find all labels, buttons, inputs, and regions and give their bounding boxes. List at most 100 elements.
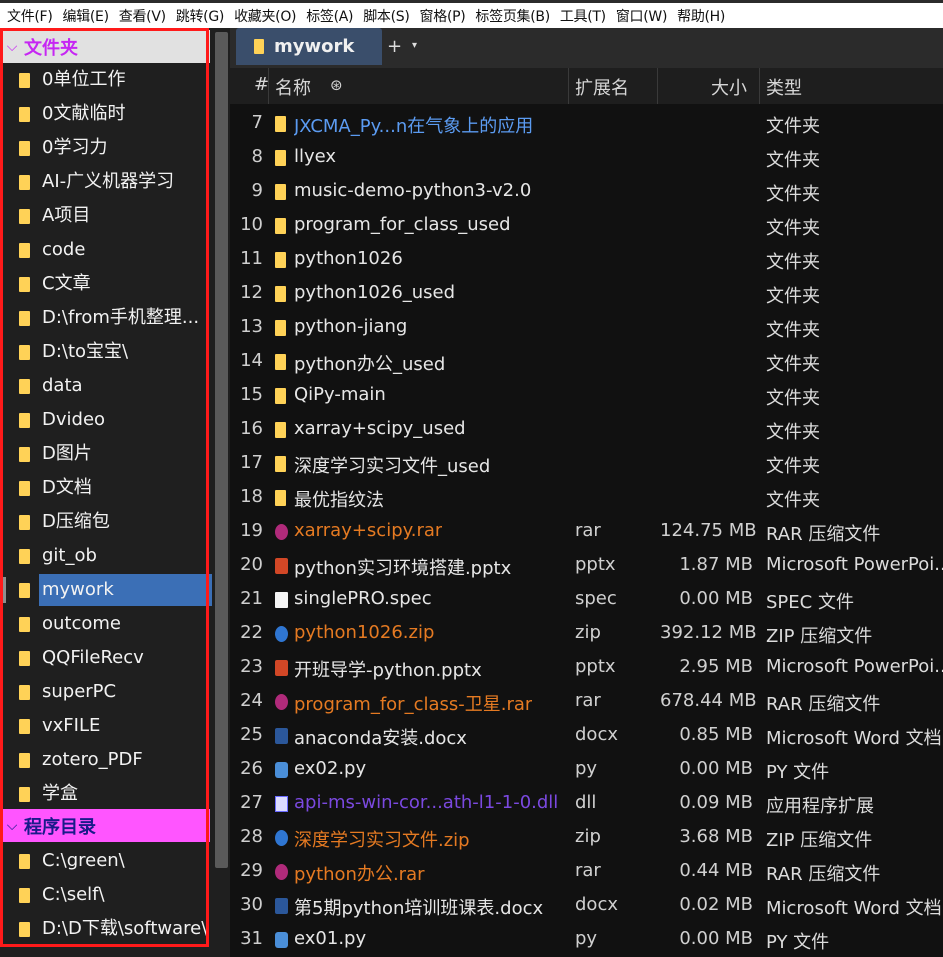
col-type[interactable]: 类型 [766,74,802,100]
menu-item[interactable]: 工具(T) [555,6,611,26]
sidebar-folder-item[interactable]: A项目 [2,199,212,233]
sidebar-folder-item[interactable]: 学盒 [2,777,212,811]
row-number: 17 [240,452,263,473]
sidebar-folder-label: outcome [42,613,121,634]
sidebar-program-item[interactable]: D:\D下载\software\ [2,912,212,946]
file-size: 0.00 MB [679,928,753,949]
row-number: 11 [240,248,263,269]
col-name[interactable]: 名称 [275,74,311,100]
table-row[interactable]: 18 最优指纹法 文件夹 [230,480,943,514]
menu-item[interactable]: 帮助(H) [672,6,730,26]
sidebar-folder-item[interactable]: 0单位工作 [2,63,212,97]
table-row[interactable]: 30 第5期python培训班课表.docx docx 0.02 MB Microsof… [230,888,943,922]
section-folders-header[interactable]: ⌵ 文件夹 [2,30,210,63]
sort-options-icon[interactable]: ⊛ [330,76,343,94]
sidebar-folder-item[interactable]: outcome [2,607,212,641]
file-extension: docx [575,724,618,745]
file-name: python-jiang [294,316,408,337]
table-row[interactable]: 26 ex02.py py 0.00 MB PY 文件 [230,752,943,786]
file-name: anaconda安装.docx [294,728,467,749]
sidebar-program-item[interactable]: C:\green\ [2,844,212,878]
sidebar-scrollbar[interactable] [215,32,228,868]
table-row[interactable]: 15 QiPy-main 文件夹 [230,378,943,412]
sidebar-folder-item[interactable]: AI-广义机器学习 [2,165,212,199]
menu-item[interactable]: 标签(A) [301,6,358,26]
file-size: 0.09 MB [679,792,753,813]
menu-item[interactable]: 查看(V) [114,6,171,26]
sidebar-folder-item[interactable]: D:\from手机整理... [2,301,212,335]
table-row[interactable]: 28 深度学习实习文件.zip zip 3.68 MB ZIP 压缩文件 [230,820,943,854]
tab-menu-button[interactable]: ▾ [412,40,417,51]
sidebar-folder-item[interactable]: vxFILE [2,709,212,743]
file-extension: py [575,928,598,949]
python-file-icon [275,762,288,778]
tab-mywork[interactable]: mywork [236,28,382,65]
file-type: ZIP 压缩文件 [766,626,873,647]
table-row[interactable]: 14 python办公_used 文件夹 [230,344,943,378]
sidebar-folder-item[interactable]: mywork [2,573,212,607]
sidebar-folder-item[interactable]: D文档 [2,471,212,505]
menu-item[interactable]: 标签页集(B) [470,6,554,26]
menu-item[interactable]: 窗口(W) [611,6,672,26]
row-number: 19 [240,520,263,541]
sidebar-folder-item[interactable]: QQFileRecv [2,641,212,675]
menu-item[interactable]: 收藏夹(O) [229,6,301,26]
table-row[interactable]: 22 python1026.zip zip 392.12 MB ZIP 压缩文件 [230,616,943,650]
file-size: 1.87 MB [679,554,753,575]
menu-item[interactable]: 窗格(P) [415,6,471,26]
menu-item[interactable]: 编辑(E) [57,6,113,26]
table-row[interactable]: 12 python1026_used 文件夹 [230,276,943,310]
file-type: Microsoft Word 文档 [766,898,942,919]
table-row[interactable]: 10 program_for_class_used 文件夹 [230,208,943,242]
table-row[interactable]: 11 python1026 文件夹 [230,242,943,276]
sidebar-folder-item[interactable]: superPC [2,675,212,709]
table-row[interactable]: 31 ex01.py py 0.00 MB PY 文件 [230,922,943,956]
table-row[interactable]: 20 python实习环境搭建.pptx pptx 1.87 MB Microsoft … [230,548,943,582]
sidebar-folder-item[interactable]: Dvideo [2,403,212,437]
sidebar-folder-item[interactable]: C文章 [2,267,212,301]
sidebar-folder-item[interactable]: 0学习力 [2,131,212,165]
table-row[interactable]: 8 llyex 文件夹 [230,140,943,174]
row-number: 24 [240,690,263,711]
row-number: 14 [240,350,263,371]
table-row[interactable]: 27 api-ms-win-cor...ath-l1-1-0.dll dll 0.09… [230,786,943,820]
file-name: program_for_class_used [294,214,511,235]
table-row[interactable]: 13 python-jiang 文件夹 [230,310,943,344]
sidebar-folder-item[interactable]: git_ob [2,539,212,573]
table-row[interactable]: 21 singlePRO.spec spec 0.00 MB SPEC 文件 [230,582,943,616]
add-tab-button[interactable]: + [387,36,402,57]
file-name: 第5期python培训班课表.docx [294,898,544,919]
col-num[interactable]: # [254,74,269,95]
table-row[interactable]: 16 xarray+scipy_used 文件夹 [230,412,943,446]
table-row[interactable]: 9 music-demo-python3-v2.0 文件夹 [230,174,943,208]
folder-icon [19,140,30,156]
table-row[interactable]: 24 program_for_class-卫星.rar rar 678.44 MB RA… [230,684,943,718]
sidebar-folder-item[interactable]: code [2,233,212,267]
sidebar-folder-item[interactable]: D图片 [2,437,212,471]
sidebar-folder-label: code [42,239,86,260]
sidebar-folder-item[interactable]: 0文献临时 [2,97,212,131]
table-row[interactable]: 29 python办公.rar rar 0.44 MB RAR 压缩文件 [230,854,943,888]
sidebar-folder-item[interactable]: D压缩包 [2,505,212,539]
file-type: 文件夹 [766,456,820,477]
file-type: PY 文件 [766,932,830,953]
sidebar-folder-label: Dvideo [42,409,106,430]
sidebar-folder-item[interactable]: data [2,369,212,403]
menu-item[interactable]: 跳转(G) [171,6,229,26]
sidebar-folder-label: data [42,375,83,396]
col-ext[interactable]: 扩展名 [575,74,629,100]
table-row[interactable]: 19 xarray+scipy.rar rar 124.75 MB RAR 压缩文件 [230,514,943,548]
sidebar-program-item[interactable]: C:\self\ [2,878,212,912]
menu-item[interactable]: 文件(F) [2,6,57,26]
col-size[interactable]: 大小 [711,74,747,100]
table-row[interactable]: 23 开班导学-python.pptx pptx 2.95 MB Microsoft P… [230,650,943,684]
rar-archive-icon [275,694,288,710]
menu-item[interactable]: 脚本(S) [358,6,414,26]
sidebar-folder-item[interactable]: zotero_PDF [2,743,212,777]
table-row[interactable]: 17 深度学习实习文件_used 文件夹 [230,446,943,480]
sidebar-folder-item[interactable]: D:\to宝宝\ [2,335,212,369]
section-programs-header[interactable]: ⌵ 程序目录 [2,809,210,842]
file-name: QiPy-main [294,384,386,405]
table-row[interactable]: 25 anaconda安装.docx docx 0.85 MB Microsoft Wo… [230,718,943,752]
table-row[interactable]: 7 JXCMA_Py...n在气象上的应用 文件夹 [230,106,943,140]
